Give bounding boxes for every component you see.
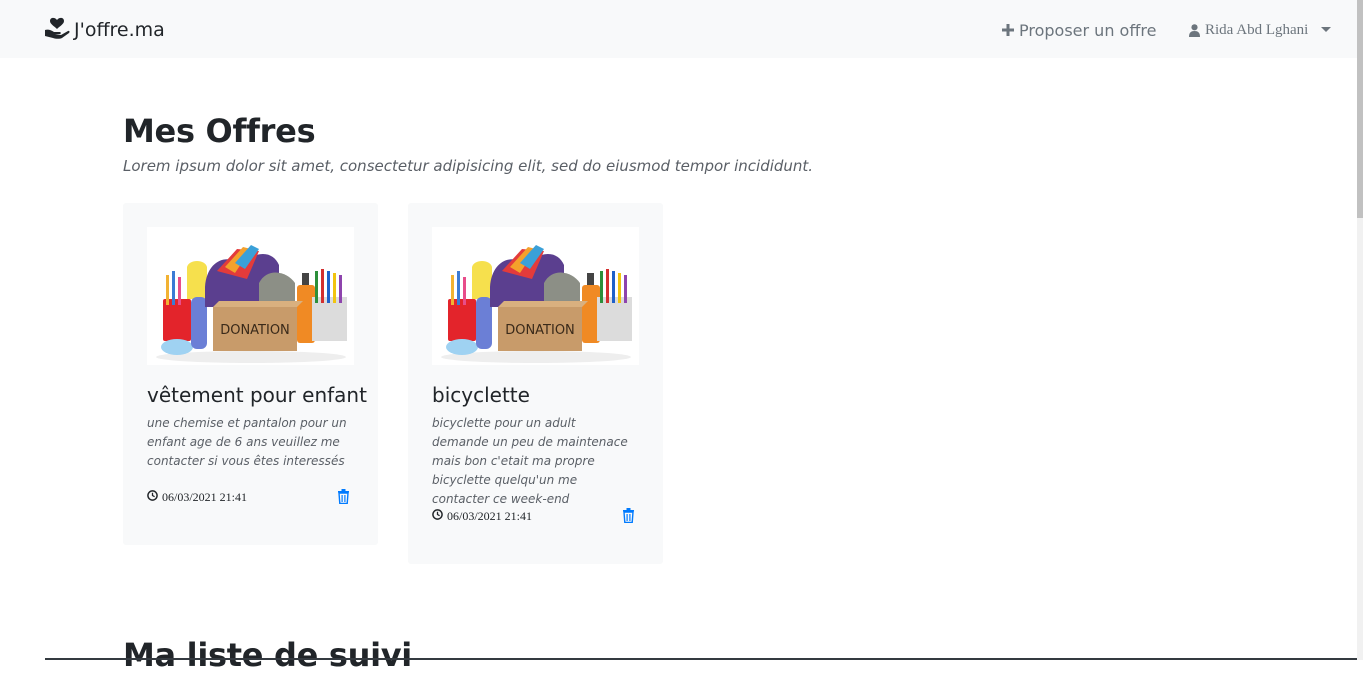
offer-card-date: 06/03/2021 21:41: [147, 490, 247, 505]
watchlist-title: Ma liste de suivi: [123, 636, 412, 674]
clock-icon: [147, 490, 158, 505]
offer-card-description: une chemise et pantalon pour un enfant a…: [147, 416, 347, 468]
navbar: J'offre.ma Proposer un offre Rida Abd Lg…: [0, 0, 1357, 58]
scrollbar[interactable]: [1357, 0, 1363, 660]
offer-card-title: bicyclette: [432, 383, 530, 407]
brand-name: J'offre.ma: [74, 19, 165, 41]
user-name: Rida Abd Lghani: [1205, 21, 1309, 38]
offer-card-description: bicyclette pour un adult demande un peu …: [432, 416, 628, 506]
trash-icon[interactable]: [337, 489, 350, 508]
page-title: Mes Offres: [123, 112, 316, 150]
propose-offer-link[interactable]: Proposer un offre: [1002, 20, 1156, 40]
page-subtitle: Lorem ipsum dolor sit amet, consectetur …: [123, 157, 814, 175]
trash-icon[interactable]: [622, 508, 635, 527]
clock-icon: [432, 509, 443, 524]
svg-text:DONATION: DONATION: [505, 323, 575, 338]
brand-link[interactable]: J'offre.ma: [44, 16, 165, 44]
offer-card: DONATION vêtement pour enfant une chemis…: [123, 203, 378, 545]
svg-text:DONATION: DONATION: [220, 323, 290, 338]
plus-icon: [1002, 24, 1014, 36]
offer-card-date-text: 06/03/2021 21:41: [162, 490, 248, 504]
user-icon: [1189, 23, 1200, 37]
propose-offer-label: Proposer un offre: [1019, 20, 1157, 40]
user-dropdown[interactable]: Rida Abd Lghani: [1189, 20, 1332, 40]
chevron-down-icon: [1321, 26, 1332, 32]
offer-card-date-text: 06/03/2021 21:41: [447, 509, 533, 523]
donation-image: DONATION: [147, 227, 354, 365]
offer-card: DONATION bicyclette bicyclette pour un a…: [408, 203, 663, 564]
offer-card-date: 06/03/2021 21:41: [432, 509, 532, 524]
offer-card-title: vêtement pour enfant: [147, 383, 367, 407]
donation-image: DONATION: [432, 227, 639, 365]
scrollbar-thumb[interactable]: [1357, 0, 1363, 218]
hand-heart-icon: [44, 16, 70, 45]
